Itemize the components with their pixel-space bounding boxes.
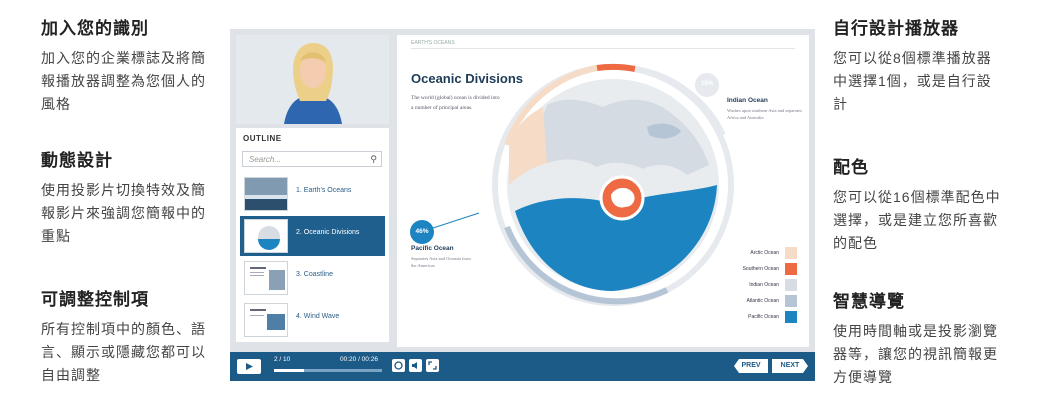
legend-swatch — [785, 311, 797, 323]
play-button[interactable] — [237, 359, 261, 374]
slide-counter: 2 / 10 — [274, 356, 291, 363]
legend-swatch — [785, 247, 797, 259]
slide-canvas: EARTH'S OCEANS Oceanic Divisions The wor… — [397, 35, 809, 347]
presentation-player: OUTLINE Search... ⚲ 1. Earth's Oceans 2.… — [230, 29, 815, 381]
fullscreen-icon — [428, 361, 437, 370]
legend-swatch — [785, 279, 797, 291]
feature-title: 動態設計 — [41, 151, 113, 170]
feature-title: 智慧導覽 — [833, 292, 905, 311]
next-button[interactable]: NEXT — [772, 359, 808, 373]
replay-button[interactable] — [392, 359, 405, 372]
legend-item: Indian Ocean — [717, 279, 797, 292]
search-input[interactable]: Search... ⚲ — [242, 151, 382, 167]
feature-title: 配色 — [833, 158, 869, 177]
presenter-video[interactable] — [236, 35, 389, 124]
feature-player-design: 自行設計播放器 您可以從8個標準播放器中選擇1個，或是自行設計 — [833, 14, 1003, 116]
slide-thumbnail — [244, 261, 288, 295]
prev-button[interactable]: PREV — [734, 359, 768, 373]
feature-controls: 可調整控制項 所有控制項中的顏色、語言、顯示或隱藏您都可以自由調整 — [41, 285, 211, 387]
pct-left-label: 46% — [415, 228, 429, 235]
outline-item[interactable]: 2. Oceanic Divisions — [240, 216, 385, 256]
legend-item: Arctic Ocean — [717, 247, 797, 260]
outline-item[interactable]: 4. Wind Wave — [240, 300, 385, 340]
indian-ocean-title: Indian Ocean — [727, 97, 768, 104]
pacific-ocean-title: Pacific Ocean — [411, 245, 454, 252]
replay-icon — [394, 361, 403, 370]
legend-label: Indian Ocean — [749, 282, 779, 288]
presenter-image — [236, 35, 389, 124]
feature-brand: 加入您的識別 加入您的企業標誌及將簡報播放器調整為您個人的風格 — [41, 14, 211, 116]
volume-icon — [412, 362, 417, 369]
feature-body: 所有控制項中的顏色、語言、顯示或隱藏您都可以自由調整 — [41, 321, 206, 383]
legend-swatch — [785, 263, 797, 275]
search-placeholder: Search... — [249, 155, 282, 164]
indian-ocean-desc: Washes upon southern Asia and separates … — [727, 108, 802, 120]
feature-title: 加入您的識別 — [41, 19, 149, 38]
volume-button[interactable] — [409, 359, 422, 372]
outline-item-label: 2. Oceanic Divisions — [296, 229, 360, 236]
outline-item-label: 4. Wind Wave — [296, 313, 340, 320]
slide-thumbnail — [244, 219, 288, 253]
legend-label: Atlantic Ocean — [746, 298, 779, 304]
feature-body: 您可以從16個標準配色中選擇，或是建立您所喜歡的配色 — [833, 189, 1001, 251]
legend-item: Pacific Ocean — [717, 311, 797, 324]
feature-dynamic: 動態設計 使用投影片切換特效及簡報影片來強調您簡報中的重點 — [41, 146, 211, 248]
legend-label: Southern Ocean — [742, 266, 779, 272]
play-icon — [246, 363, 253, 370]
feature-colors: 配色 您可以從16個標準配色中選擇，或是建立您所喜歡的配色 — [833, 153, 1003, 255]
outline-item-label: 1. Earth's Oceans — [296, 187, 352, 194]
search-icon[interactable]: ⚲ — [370, 154, 377, 165]
progress-fill — [274, 369, 305, 372]
outline-item[interactable]: 3. Coastline — [240, 258, 385, 298]
feature-body: 使用時間軸或是投影瀏覽器等，讓您的視訊簡報更方便導覽 — [833, 323, 998, 385]
feature-body: 使用投影片切換特效及簡報影片來強調您簡報中的重點 — [41, 182, 206, 244]
legend-label: Pacific Ocean — [748, 314, 779, 320]
pacific-leader-line — [426, 212, 480, 231]
pct-right-label: 15% — [700, 81, 713, 87]
legend-item: Southern Ocean — [717, 263, 797, 276]
feature-title: 可調整控制項 — [41, 290, 149, 309]
feature-navigation: 智慧導覽 使用時間軸或是投影瀏覽器等，讓您的視訊簡報更方便導覽 — [833, 287, 1003, 389]
feature-body: 加入您的企業標誌及將簡報播放器調整為您個人的風格 — [41, 50, 206, 112]
outline-item-label: 3. Coastline — [296, 271, 333, 278]
outline-item[interactable]: 1. Earth's Oceans — [240, 174, 385, 214]
player-controls: 2 / 10 00:20 / 00:26 PREV NEXT — [230, 352, 815, 381]
time-readout: 00:20 / 00:26 — [340, 356, 378, 363]
progress-track[interactable] — [274, 369, 382, 372]
slide-thumbnail — [244, 177, 288, 211]
outline-title: OUTLINE — [243, 134, 282, 143]
outline-panel: OUTLINE Search... ⚲ 1. Earth's Oceans 2.… — [236, 128, 389, 342]
fullscreen-button[interactable] — [426, 359, 439, 372]
legend-swatch — [785, 295, 797, 307]
slide-thumbnail — [244, 303, 288, 337]
feature-body: 您可以從8個標準播放器中選擇1個，或是自行設計 — [833, 50, 992, 112]
feature-title: 自行設計播放器 — [833, 19, 959, 38]
legend-item: Atlantic Ocean — [717, 295, 797, 308]
legend-label: Arctic Ocean — [750, 250, 779, 256]
pacific-ocean-desc: Separates Asia and Oceania from the Amer… — [411, 256, 471, 268]
ring-southern — [596, 63, 636, 72]
